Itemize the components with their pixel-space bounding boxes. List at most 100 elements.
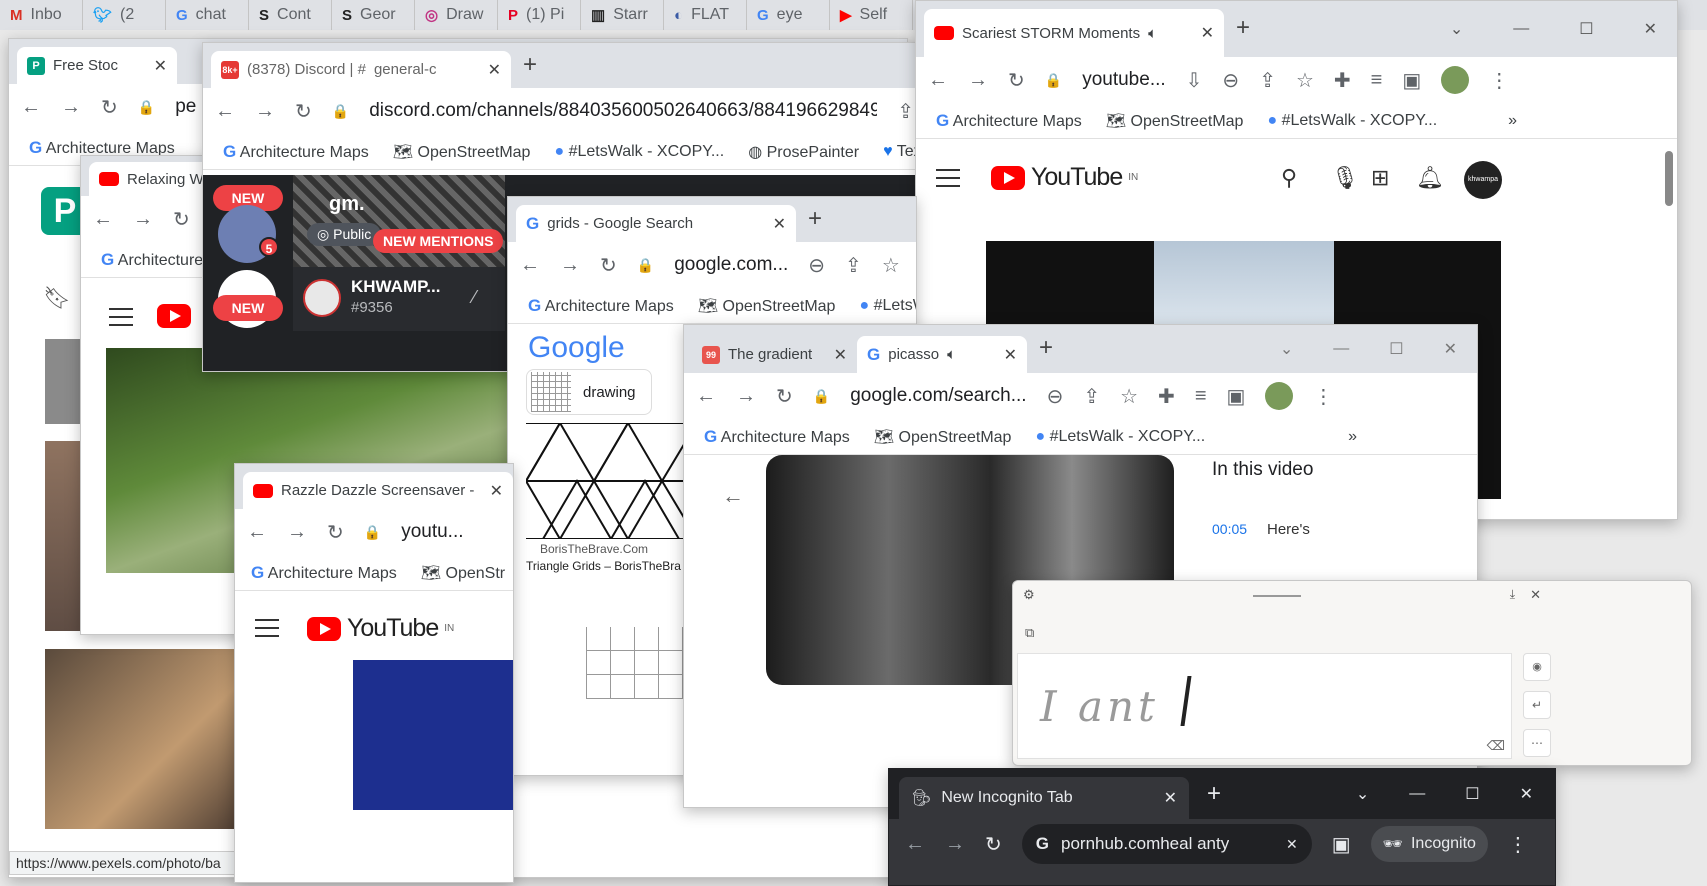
clipboard-icon[interactable]: ⧉ bbox=[1025, 625, 1034, 641]
forward-icon[interactable]: → bbox=[945, 833, 965, 856]
bookmark-letswalk[interactable]: ● #LetsWalk - XCOPY... bbox=[554, 143, 724, 161]
background-tab[interactable]: ▶ Self bbox=[830, 0, 913, 30]
new-tab-icon[interactable]: + bbox=[1236, 14, 1250, 42]
channel-avatar[interactable]: khwampa bbox=[1464, 161, 1502, 199]
photo-tile[interactable] bbox=[45, 441, 85, 631]
background-tab[interactable]: M Inbo bbox=[0, 0, 83, 30]
close-icon[interactable]: ✕ bbox=[1201, 23, 1214, 43]
back-icon[interactable]: ← bbox=[905, 833, 925, 856]
square-grid-image[interactable] bbox=[586, 627, 686, 699]
youtube-logo[interactable]: YouTube IN bbox=[991, 163, 1138, 192]
back-icon[interactable]: ← bbox=[928, 69, 948, 92]
photo-tile[interactable] bbox=[45, 339, 85, 424]
url-bar[interactable]: google.com... bbox=[674, 254, 788, 276]
back-icon[interactable]: ← bbox=[520, 254, 540, 277]
tab-picasso[interactable]: G picasso 🔈︎ ✕ bbox=[857, 336, 1027, 373]
forward-icon[interactable]: → bbox=[968, 69, 988, 92]
dock-icon[interactable]: ⤓ bbox=[1510, 587, 1515, 602]
close-icon[interactable]: ✕ bbox=[154, 56, 167, 76]
star-icon[interactable]: ☆ bbox=[882, 253, 900, 278]
zoom-icon[interactable]: ⊖ bbox=[1222, 68, 1239, 93]
reload-icon[interactable]: ↻ bbox=[1008, 68, 1025, 93]
menu-icon[interactable] bbox=[109, 308, 133, 326]
close-icon[interactable]: ✕ bbox=[834, 345, 847, 365]
back-icon[interactable]: ← bbox=[247, 521, 267, 544]
url-bar[interactable]: youtu... bbox=[401, 521, 463, 543]
bookmarks-overflow-icon[interactable]: » bbox=[1508, 112, 1517, 130]
extensions-icon[interactable]: ✚ bbox=[1334, 68, 1351, 93]
back-icon[interactable]: ← bbox=[215, 100, 235, 123]
url-bar[interactable]: google.com/search... bbox=[850, 385, 1026, 407]
menu-dots-icon[interactable]: ⋮ bbox=[1313, 384, 1333, 409]
profile-avatar[interactable] bbox=[1441, 66, 1470, 94]
scrollbar[interactable] bbox=[1665, 151, 1673, 206]
star-icon[interactable]: ☆ bbox=[1296, 68, 1314, 93]
new-mentions-pill[interactable]: NEW MENTIONS bbox=[373, 229, 504, 253]
tab-search-icon[interactable]: ⌄ bbox=[1356, 784, 1369, 804]
public-chip[interactable]: ◎ Public bbox=[307, 223, 382, 246]
search-icon[interactable]: ⚲ bbox=[1281, 165, 1297, 191]
omnibox-text[interactable]: pornhub.comheal anty bbox=[1061, 834, 1229, 854]
audio-icon[interactable]: 🔈︎ bbox=[947, 346, 956, 363]
sidepanel-icon[interactable]: ▣ bbox=[1402, 68, 1421, 93]
reload-icon[interactable]: ↻ bbox=[173, 207, 190, 232]
menu-icon[interactable] bbox=[936, 169, 960, 187]
minimize-icon[interactable]: — bbox=[1513, 20, 1529, 38]
reload-icon[interactable]: ↻ bbox=[776, 384, 793, 409]
bookmark-architecture[interactable]: G Architecture bbox=[101, 250, 203, 270]
audio-icon[interactable]: 🔈︎ bbox=[1148, 25, 1157, 42]
reload-icon[interactable]: ↻ bbox=[600, 253, 617, 278]
timestamp-link[interactable]: 00:05 bbox=[1212, 521, 1247, 537]
close-icon[interactable]: ✕ bbox=[1004, 345, 1017, 365]
extensions-icon[interactable]: ✚ bbox=[1158, 384, 1175, 409]
close-icon[interactable]: ✕ bbox=[490, 481, 503, 501]
mute-mic-icon[interactable]: ⁄ bbox=[473, 287, 476, 308]
bookmark-prosepainter[interactable]: ◍ ProsePainter bbox=[748, 142, 859, 162]
url-bar[interactable]: discord.com/channels/884035600502640663/… bbox=[369, 100, 877, 122]
background-tab[interactable]: Geye bbox=[747, 0, 830, 30]
tab-gradient[interactable]: 99 The gradient ✕ bbox=[692, 336, 857, 373]
chip-drawing[interactable]: drawing bbox=[526, 369, 652, 415]
youtube-logo[interactable]: YouTube IN bbox=[307, 614, 454, 643]
maximize-icon[interactable]: ☐ bbox=[1389, 339, 1403, 359]
user-avatar[interactable] bbox=[303, 279, 341, 317]
bookmark-osm[interactable]: 🗺︎ OpenStreetMap bbox=[393, 142, 531, 162]
reload-icon[interactable]: ↻ bbox=[985, 832, 1002, 857]
settings-icon[interactable]: ⚙ bbox=[1023, 587, 1035, 603]
background-tab[interactable]: ▥ Starr bbox=[581, 0, 664, 30]
eraser-icon[interactable]: ⌫ bbox=[1487, 738, 1505, 754]
background-tab[interactable]: P (1) Pi bbox=[498, 0, 581, 30]
video-player[interactable] bbox=[353, 660, 513, 810]
result-title[interactable]: Triangle Grids – BorisTheBra bbox=[526, 559, 681, 573]
clear-input-icon[interactable]: ✕ bbox=[1286, 836, 1298, 853]
bookmarks-overflow-icon[interactable]: » bbox=[1348, 428, 1357, 446]
close-icon[interactable]: ✕ bbox=[488, 60, 501, 80]
bookmark-letswalk[interactable]: ● #LetsWalk - XCOPY... bbox=[1267, 112, 1437, 130]
tab-pexels[interactable]: P Free Stoc ✕ bbox=[17, 47, 177, 84]
tab-razzle[interactable]: Razzle Dazzle Screensaver - ✕ bbox=[243, 472, 513, 509]
forward-icon[interactable]: → bbox=[287, 521, 307, 544]
media-icon[interactable]: ≡ bbox=[1371, 69, 1383, 92]
enter-icon[interactable]: ↵ bbox=[1523, 691, 1551, 719]
tab-incognito[interactable]: 🕵︎ New Incognito Tab ✕ bbox=[899, 777, 1189, 819]
hide-icon[interactable]: ◉ bbox=[1523, 653, 1551, 681]
background-tab[interactable]: 🐦︎ (2 bbox=[83, 0, 166, 30]
triangle-grid-image[interactable] bbox=[526, 423, 686, 539]
share-icon[interactable]: ⇪ bbox=[897, 99, 914, 124]
bookmark-architecture[interactable]: G Architecture Maps bbox=[528, 296, 674, 316]
close-icon[interactable]: ✕ bbox=[1164, 788, 1177, 808]
back-arrow-icon[interactable]: ← bbox=[722, 483, 744, 509]
minimize-icon[interactable]: — bbox=[1333, 340, 1349, 358]
tab-search-icon[interactable]: ⌄ bbox=[1450, 19, 1463, 39]
bookmark-icon[interactable]: 🔖︎ bbox=[43, 285, 71, 311]
minimize-icon[interactable]: — bbox=[1409, 785, 1425, 803]
maximize-icon[interactable]: ☐ bbox=[1465, 784, 1479, 804]
tab-search-icon[interactable]: ⌄ bbox=[1280, 339, 1293, 359]
reload-icon[interactable]: ↻ bbox=[101, 95, 118, 120]
share-icon[interactable]: ⇪ bbox=[845, 253, 862, 278]
menu-dots-icon[interactable]: ⋮ bbox=[1489, 68, 1509, 93]
menu-icon[interactable] bbox=[255, 619, 279, 637]
window-close-icon[interactable]: ✕ bbox=[1444, 339, 1457, 359]
forward-icon[interactable]: → bbox=[255, 100, 275, 123]
window-close-icon[interactable]: ✕ bbox=[1520, 784, 1533, 804]
